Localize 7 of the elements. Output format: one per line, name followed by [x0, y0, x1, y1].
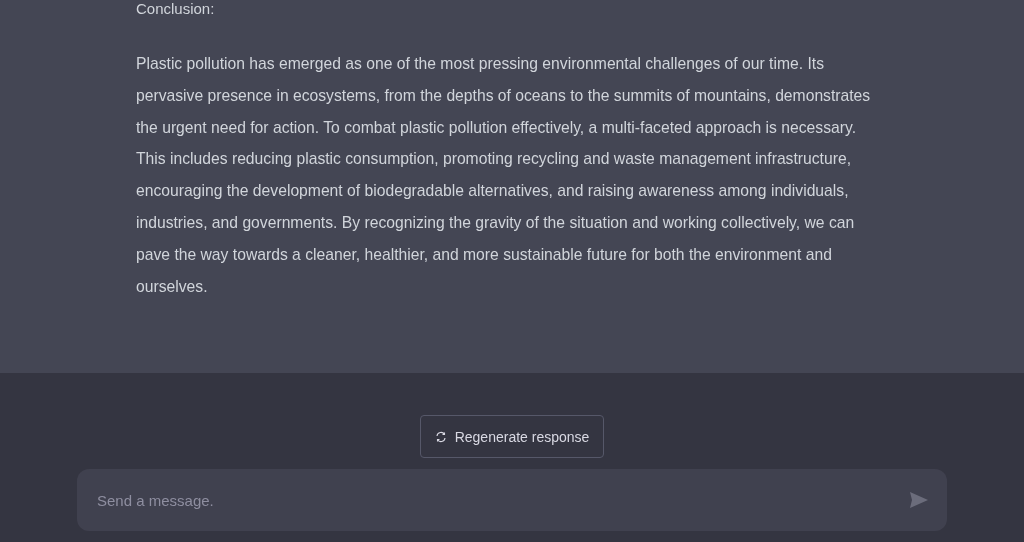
message-field[interactable]: Send a message.	[77, 469, 947, 531]
message-input[interactable]: Send a message.	[95, 490, 909, 510]
regenerate-button[interactable]: Regenerate response	[419, 415, 605, 458]
send-icon[interactable]	[909, 491, 929, 509]
message-heading: Conclusion:	[136, 0, 216, 18]
message-paragraph: Plastic pollution has emerged as one of the most pressing environmental challenges of our time. Its pervasive presence in ecosystems, from the depths of oceans to the summits of mountains, demonstrates the urgent need for action. To combat plastic pollution effectively, a multi-faceted approach is necessary. This includes reducing plastic consumption, promoting recycling and waste management infrastructure, encouraging the development of biodegradable alternatives, and raising awareness among individuals, industries, and governments. By recognizing the gravity of the situation and working collectively, we can pave the way towards a cleaner, healthier, and more sustainable future for both the environment and ourselves.	[136, 54, 871, 297]
refresh-icon	[434, 430, 447, 443]
